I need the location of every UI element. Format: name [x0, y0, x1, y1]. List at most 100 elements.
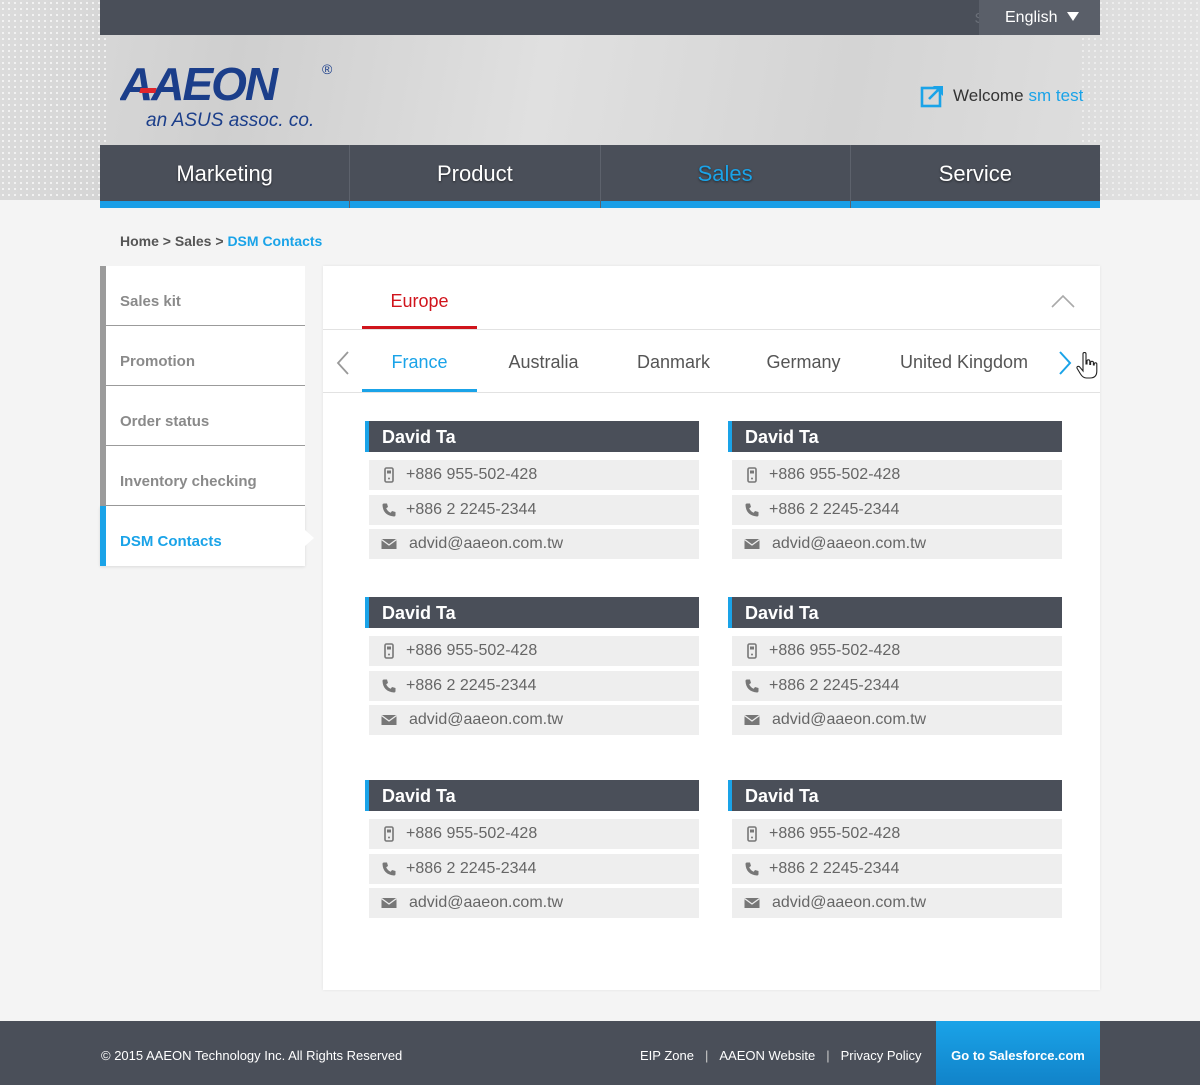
aaeon-logo-image: AAEON ® an ASUS assoc. co. — [119, 58, 333, 131]
breadcrumb-separator: > — [162, 233, 171, 249]
contact-phone: +886 2 2245-2344 — [406, 677, 537, 694]
phone-icon — [382, 679, 396, 693]
main-nav: Marketing Product Sales Service — [100, 145, 1101, 208]
contact-mobile-row: +886 955-502-428 — [732, 636, 1062, 666]
logo-tagline-text: an ASUS assoc. co. — [146, 110, 314, 130]
header-pattern-left — [0, 0, 110, 200]
contact-mobile-row: +886 955-502-428 — [369, 819, 699, 849]
top-bar: English — [100, 0, 1100, 35]
contact-name: David Ta — [745, 786, 819, 806]
footer-link-privacy-policy[interactable]: Privacy Policy — [841, 1048, 922, 1063]
contact-email[interactable]: advid@aaeon.com.tw — [772, 711, 926, 729]
chevron-left-icon[interactable] — [335, 350, 351, 376]
contact-phone: +886 2 2245-2344 — [406, 501, 537, 518]
contact-mobile: +886 955-502-428 — [769, 825, 901, 842]
footer-link-aaeon-website[interactable]: AAEON Website — [719, 1048, 815, 1063]
contact-email-row: advid@aaeon.com.tw — [369, 705, 699, 735]
contact-phone-row: +886 2 2245-2344 — [369, 495, 699, 525]
country-label: Danmark — [636, 352, 711, 372]
sidebar-item-label: Order status — [120, 413, 210, 430]
phone-icon — [382, 862, 396, 876]
country-label: Germany — [766, 352, 841, 372]
tab-danmark[interactable]: Danmark — [621, 330, 726, 392]
tab-europe[interactable]: Europe — [362, 266, 477, 329]
email-icon — [381, 897, 397, 908]
tab-france[interactable]: France — [362, 330, 477, 392]
mobile-phone-icon — [747, 467, 757, 483]
contact-card-header: David Ta — [365, 421, 699, 452]
contact-phone: +886 2 2245-2344 — [769, 677, 900, 694]
breadcrumb-separator: > — [215, 233, 224, 249]
footer-link-eip-zone[interactable]: EIP Zone — [640, 1048, 694, 1063]
contact-email-row: advid@aaeon.com.tw — [732, 888, 1062, 918]
tab-united-kingdom[interactable]: United Kingdom — [883, 330, 1045, 392]
pointer-cursor-icon — [1076, 352, 1098, 379]
country-label: France — [391, 352, 448, 372]
chevron-up-icon[interactable] — [1050, 293, 1076, 309]
contact-card-header: David Ta — [728, 597, 1062, 628]
chevron-right-icon[interactable] — [1057, 350, 1073, 376]
nav-item-marketing[interactable]: Marketing — [100, 145, 351, 208]
contact-email[interactable]: advid@aaeon.com.tw — [409, 711, 563, 729]
breadcrumb-current: DSM Contacts — [227, 233, 323, 249]
contact-card-header: David Ta — [728, 780, 1062, 811]
sidebar-item-label: DSM Contacts — [120, 533, 222, 550]
sidebar-item-inventory-checking[interactable]: Inventory checking — [100, 446, 305, 506]
nav-item-label: Marketing — [176, 161, 273, 186]
salesforce-button[interactable]: Go to Salesforce.com — [936, 1021, 1100, 1085]
external-link-icon[interactable] — [920, 84, 944, 108]
region-bar: Europe — [323, 266, 1100, 330]
contact-email-row: advid@aaeon.com.tw — [369, 888, 699, 918]
logo-brand-text: AAEON — [120, 58, 279, 110]
country-label: United Kingdom — [899, 352, 1029, 372]
email-icon — [744, 897, 760, 908]
contact-email[interactable]: advid@aaeon.com.tw — [409, 894, 563, 912]
contact-name: David Ta — [745, 603, 819, 623]
sidebar-item-sales-kit[interactable]: Sales kit — [100, 266, 305, 326]
contact-email[interactable]: advid@aaeon.com.tw — [772, 535, 926, 553]
sidebar-item-label: Inventory checking — [120, 473, 257, 490]
nav-item-label: Sales — [697, 161, 753, 186]
nav-item-sales[interactable]: Sales — [600, 145, 851, 208]
breadcrumb-sales[interactable]: Sales — [175, 233, 212, 249]
contact-card-header: David Ta — [728, 421, 1062, 452]
region-label: Europe — [390, 291, 449, 311]
tab-australia[interactable]: Australia — [491, 330, 596, 392]
contact-email[interactable]: advid@aaeon.com.tw — [772, 894, 926, 912]
email-icon — [381, 538, 397, 549]
contact-mobile: +886 955-502-428 — [406, 466, 538, 483]
salesforce-button-label: Go to Salesforce.com — [951, 1048, 1085, 1063]
contact-email-row: advid@aaeon.com.tw — [732, 529, 1062, 559]
svg-text:®: ® — [322, 61, 333, 77]
language-selector[interactable]: English — [979, 0, 1100, 35]
contact-email-row: advid@aaeon.com.tw — [732, 705, 1062, 735]
mobile-phone-icon — [384, 467, 394, 483]
country-tabs: France Australia Danmark Germany United … — [323, 330, 1100, 393]
mobile-phone-icon — [747, 826, 757, 842]
contact-mobile-row: +886 955-502-428 — [369, 460, 699, 490]
welcome-label: Welcome — [953, 86, 1024, 105]
welcome-area: Welcome sm test — [920, 84, 1083, 108]
sidebar-item-order-status[interactable]: Order status — [100, 386, 305, 446]
contact-phone-row: +886 2 2245-2344 — [732, 854, 1062, 884]
nav-item-product[interactable]: Product — [350, 145, 601, 208]
contact-phone: +886 2 2245-2344 — [769, 501, 900, 518]
phone-icon — [745, 503, 759, 517]
breadcrumb-home[interactable]: Home — [120, 233, 159, 249]
sidebar: Sales kit Promotion Order status Invento… — [100, 266, 314, 566]
copyright-text: © 2015 AAEON Technology Inc. All Rights … — [101, 1048, 403, 1063]
mobile-phone-icon — [747, 643, 757, 659]
chevron-down-icon — [1067, 12, 1079, 21]
welcome-username[interactable]: sm test — [1029, 86, 1084, 106]
contact-email[interactable]: advid@aaeon.com.tw — [409, 535, 563, 553]
sidebar-item-dsm-contacts[interactable]: DSM Contacts — [100, 506, 314, 566]
phone-icon — [382, 503, 396, 517]
contact-mobile: +886 955-502-428 — [406, 642, 538, 659]
sidebar-item-promotion[interactable]: Promotion — [100, 326, 305, 386]
aaeon-logo[interactable]: AAEON ® an ASUS assoc. co. — [119, 58, 340, 131]
contact-phone-row: +886 2 2245-2344 — [369, 854, 699, 884]
nav-item-service[interactable]: Service — [850, 145, 1101, 208]
contact-email-row: advid@aaeon.com.tw — [369, 529, 699, 559]
footer-separator: | — [704, 1048, 709, 1063]
tab-germany[interactable]: Germany — [751, 330, 856, 392]
